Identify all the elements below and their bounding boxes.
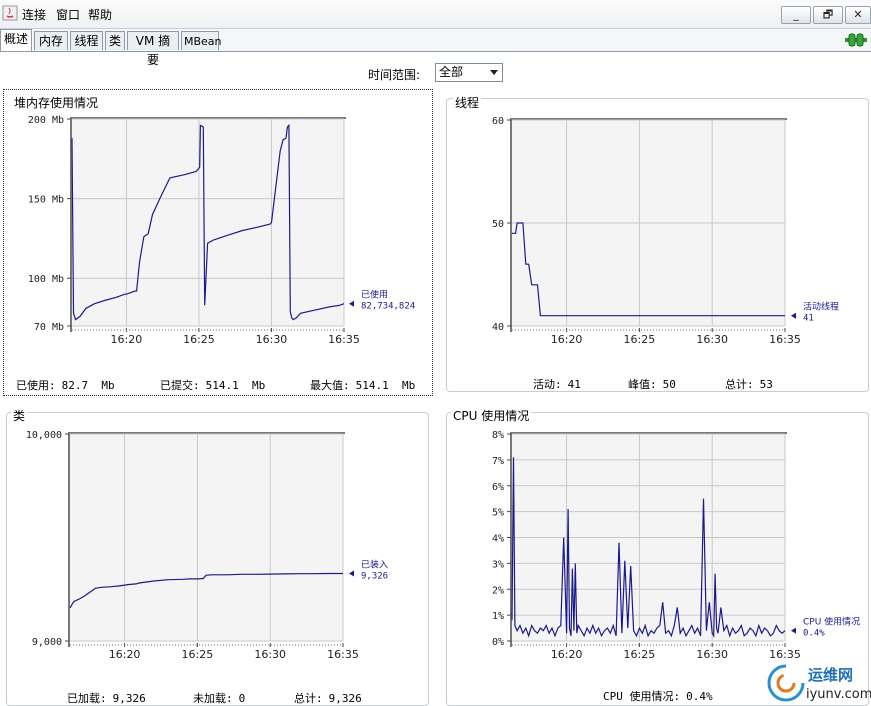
tab-threads[interactable]: 线程	[70, 31, 103, 50]
y-tick-label: 7%	[492, 456, 504, 467]
x-tick-label: 16:25	[182, 648, 214, 661]
stat-peak: 峰值: 50	[628, 378, 676, 391]
site-watermark-logo: 运维网 iyunv.com	[767, 664, 871, 702]
connection-status-icon	[845, 33, 867, 47]
heap-memory-panel[interactable]: 堆内存使用情况 70 Mb 100 Mb 150 Mb 200 Mb 16:20 16:2…	[3, 89, 433, 396]
tab-mbean[interactable]: MBean	[181, 31, 222, 50]
time-range-value: 全部	[439, 65, 464, 79]
legend-label: 已使用	[361, 289, 388, 301]
y-tick-label: 9,000	[32, 637, 62, 648]
x-tick-label: 16:30	[254, 648, 286, 661]
x-tick-label: 16:20	[109, 648, 141, 661]
y-tick-label: 0%	[492, 637, 504, 648]
x-tick-label: 16:20	[551, 333, 583, 346]
y-tick-label: 1%	[492, 611, 504, 622]
chevron-down-icon	[490, 70, 498, 75]
x-tick-label: 16:25	[183, 333, 215, 346]
close-button[interactable]: ✕	[845, 6, 871, 24]
x-tick-label: 16:30	[696, 333, 728, 346]
menu-window[interactable]: 窗口	[56, 6, 80, 23]
y-tick-label: 70 Mb	[34, 322, 64, 333]
stat-max: 最大值: 514.1 Mb	[310, 379, 416, 392]
legend-value: 0.4%	[803, 629, 825, 639]
x-tick-label: 16:25	[624, 333, 656, 346]
series-pointer-icon	[349, 300, 354, 307]
time-range-select[interactable]: 全部	[435, 63, 503, 82]
stat-live: 活动: 41	[533, 378, 581, 391]
menu-help[interactable]: 帮助	[88, 6, 112, 23]
menu-bar: 连接 窗口 帮助 _ 🗗 ✕	[0, 0, 871, 29]
y-tick-label: 60	[492, 116, 504, 127]
watermark-text: 运维网	[808, 666, 853, 684]
y-tick-label: 6%	[492, 482, 504, 493]
minimize-button[interactable]: _	[781, 6, 811, 24]
x-tick-label: 16:30	[256, 333, 288, 346]
stat-loaded: 已加载: 9,326	[67, 692, 146, 705]
y-tick-label: 100 Mb	[28, 274, 64, 285]
heap-memory-chart: 70 Mb 100 Mb 150 Mb 200 Mb 16:20 16:25 16:30 16…	[28, 115, 415, 346]
x-tick-label: 16:35	[328, 333, 360, 346]
restore-button[interactable]: 🗗	[813, 6, 843, 24]
tab-classes[interactable]: 类	[105, 31, 125, 50]
legend-label: 活动线程	[803, 301, 839, 313]
stat-total: 总计: 53	[725, 378, 773, 391]
y-tick-label: 8%	[492, 430, 504, 441]
y-tick-label: 3%	[492, 559, 504, 570]
y-tick-label: 4%	[492, 534, 504, 545]
legend-value: 41	[803, 314, 814, 324]
tab-memory[interactable]: 内存	[34, 31, 68, 50]
stat-unloaded: 未加载: 0	[193, 692, 246, 705]
plot-area	[70, 434, 343, 641]
tab-overview[interactable]: 概述	[0, 29, 32, 51]
y-tick-label: 2%	[492, 585, 504, 596]
stat-cpu-usage: CPU 使用情况: 0.4%	[603, 690, 713, 703]
classes-chart: 9,000 10,000 16:20 16:25 16:30 16:35 已装入9,326	[26, 430, 388, 661]
stat-total-classes: 总计: 9,326	[294, 692, 362, 705]
menu-connection[interactable]: 连接	[22, 6, 46, 23]
x-tick-label: 16:25	[624, 648, 656, 661]
y-tick-label: 50	[492, 219, 504, 230]
x-tick-label: 16:35	[327, 648, 359, 661]
plot-area	[72, 119, 344, 326]
series-pointer-icon	[791, 312, 796, 319]
java-app-icon	[2, 5, 18, 21]
threads-panel[interactable]: 线程 40 50 60 16:20 16:25 16:30 16:35 活动线程 41 活动: 4…	[446, 94, 869, 392]
watermark-subtext: iyunv.com	[806, 687, 871, 702]
y-tick-label: 40	[492, 322, 504, 333]
stat-used: 已使用: 82.7 Mb	[16, 379, 115, 392]
legend-label: CPU 使用情况	[803, 616, 860, 628]
y-tick-label: 200 Mb	[28, 115, 64, 126]
x-tick-label: 16:20	[551, 648, 583, 661]
stat-committed: 已提交: 514.1 Mb	[160, 379, 266, 392]
x-tick-label: 16:35	[769, 333, 801, 346]
legend-value: 82,734,824	[361, 302, 415, 312]
y-tick-label: 150 Mb	[28, 195, 64, 206]
legend-value: 9,326	[361, 572, 388, 582]
tab-bar: 概述 内存 线程 类 VM 摘要 MBean	[0, 29, 871, 67]
y-tick-label: 5%	[492, 508, 504, 519]
classes-panel[interactable]: 类 9,000 10,000 16:20 16:25 16:30 16:35 已装入 9,32…	[6, 407, 429, 706]
legend-label: 已装入	[361, 559, 388, 571]
tab-vm-summary[interactable]: VM 摘要	[127, 31, 179, 67]
series-pointer-icon	[791, 627, 796, 634]
time-range-label: 时间范围:	[368, 68, 421, 82]
series-pointer-icon	[349, 570, 354, 577]
threads-chart: 40 50 60 16:20 16:25 16:30 16:35 活动线程41	[492, 116, 839, 346]
x-tick-label: 16:20	[111, 333, 143, 346]
x-tick-label: 16:30	[696, 648, 728, 661]
y-tick-label: 10,000	[26, 430, 62, 441]
